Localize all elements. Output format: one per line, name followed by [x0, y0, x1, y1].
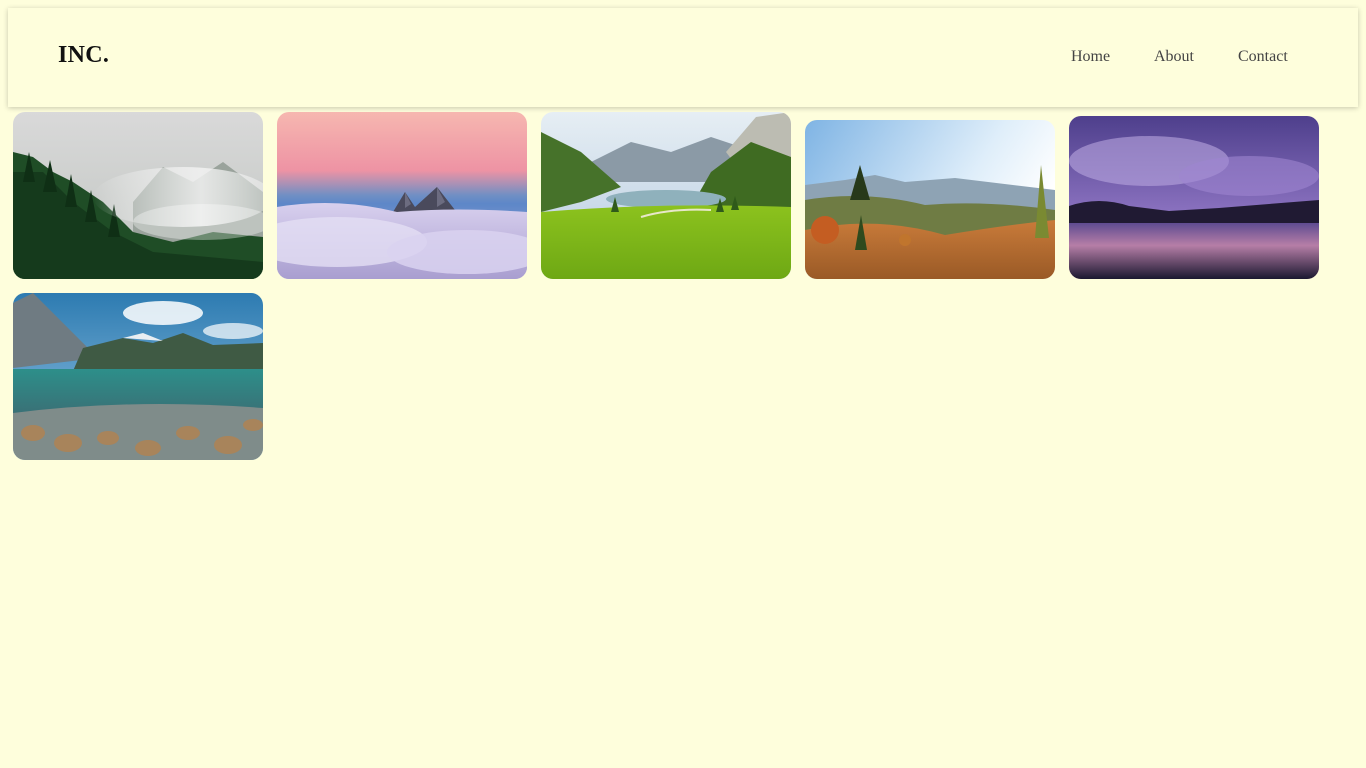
gallery-image-peaks-above-clouds[interactable]	[277, 112, 527, 279]
gallery-image-purple-sunset-lake[interactable]	[1069, 116, 1319, 279]
logo[interactable]: INC.	[58, 42, 109, 69]
nav-link-home[interactable]: Home	[1071, 48, 1110, 66]
gallery-image-mountain-lake-rocks[interactable]	[13, 293, 263, 460]
gallery-image-misty-forest[interactable]	[13, 112, 263, 279]
nav-link-about[interactable]: About	[1154, 48, 1194, 66]
gallery-image-autumn-hills-sunrise[interactable]	[805, 120, 1055, 279]
gallery-image-alpine-lake-meadow[interactable]	[541, 112, 791, 279]
nav-link-contact[interactable]: Contact	[1238, 48, 1288, 66]
site-header: INC. Home About Contact	[8, 8, 1358, 107]
